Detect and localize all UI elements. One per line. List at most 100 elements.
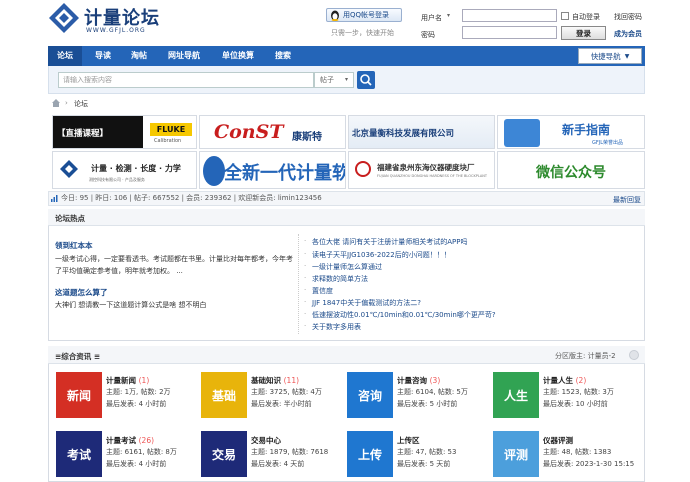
forum-section-title[interactable]: ≡综合资讯 ≡ [55, 351, 100, 362]
search-input[interactable]: 请输入搜索内容 [58, 72, 314, 88]
board-name[interactable]: 上传区 [397, 435, 420, 446]
home-icon[interactable] [51, 98, 61, 108]
quick-nav-dropdown[interactable]: 快捷导航 ▼ [578, 48, 642, 64]
breadcrumb-separator: › [65, 99, 68, 107]
qq-login-tip: 只需一步，快速开始 [331, 29, 394, 37]
board-name[interactable]: 仪器评测 [543, 435, 573, 446]
banner-wechat[interactable]: 微信公众号 [497, 151, 645, 189]
board-last-post[interactable]: 最后发表: 10 小时前 [543, 399, 608, 409]
hot-list-item[interactable]: JJF 1847中关于偏载测试的方法二? [312, 298, 421, 308]
auto-login-checkbox[interactable] [561, 12, 569, 20]
hot-list-item[interactable]: 置信度 [312, 286, 333, 296]
board-last-post[interactable]: 最后发表: 4 天前 [251, 459, 304, 469]
board-last-post[interactable]: 最后发表: 半小时前 [251, 399, 312, 409]
banner-measure[interactable]: 计量 · 检测 · 长度 · 力学 测控科技有限公司 · 产品及服务 [52, 151, 197, 189]
board-icon[interactable]: 上传 [347, 431, 393, 477]
banner-wechat-title: 微信公众号 [536, 165, 606, 181]
banner-measure-title: 计量 · 检测 · 长度 · 力学 [91, 164, 181, 173]
nav-item-unit-convert[interactable]: 单位换算 [214, 46, 262, 66]
board-icon[interactable]: 基础 [201, 372, 247, 418]
board-icon[interactable]: 新闻 [56, 372, 102, 418]
banner-donghai[interactable]: 福建省泉州东海仪器硬度块厂 FUJIAN QUANZHOU DONGHAI HA… [348, 151, 495, 189]
banner-donghai-title: 福建省泉州东海仪器硬度块厂 [377, 163, 475, 172]
hot-post-excerpt[interactable]: 一级考试心得，一定要看透书。考试题都在书里。计量比对每年都考，今年考了平均值确定… [55, 253, 295, 277]
hot-topics-header [48, 209, 645, 226]
nav-item-search[interactable]: 搜索 [268, 46, 298, 66]
hot-list-item[interactable]: 各位大佬 请问有关于注册计量师相关考试的APP吗 [312, 237, 467, 247]
board-last-post[interactable]: 最后发表: 5 小时前 [397, 399, 457, 409]
quick-nav-label: 快捷导航 [590, 51, 621, 61]
board-icon[interactable]: 交易 [201, 431, 247, 477]
hot-list-item[interactable]: 求释数的简单方法 [312, 274, 368, 284]
section-moderator[interactable]: 分区版主: 计量员-2 [555, 351, 616, 361]
stats-chart-icon [51, 195, 58, 202]
banner-const[interactable]: ConST 康斯特 [199, 115, 346, 149]
board-last-post[interactable]: 最后发表: 2023-1-30 15:15 [543, 459, 634, 469]
find-password-link[interactable]: 找回密码 [614, 12, 642, 22]
collapse-icon[interactable] [629, 350, 639, 360]
nav-item-site-nav[interactable]: 网址导航 [160, 46, 208, 66]
password-label: 密码 [421, 31, 435, 39]
banner-newbie-guide[interactable]: 新手指南 GFJL荣誉出品 [497, 115, 645, 149]
bullet-icon: · [304, 310, 307, 318]
board-name[interactable]: 计量考试 (26) [106, 435, 154, 446]
qq-login-button[interactable]: 用QQ帐号登录 [326, 8, 402, 22]
search-button[interactable] [357, 71, 375, 89]
search-type-select[interactable]: 帖子 ▾ [314, 72, 354, 88]
hot-list-item[interactable]: 读电子天平JJG1036-2022后的小问题！！！ [312, 250, 451, 260]
chevron-down-icon: ▼ [624, 52, 630, 60]
bullet-icon: · [304, 286, 307, 294]
site-logo-icon[interactable] [48, 2, 80, 34]
auto-login-label[interactable]: 自动登录 [572, 12, 600, 22]
hot-post-title[interactable]: 这道题怎么算了 [55, 287, 108, 298]
hot-list-item[interactable]: 关于数字多用表 [312, 322, 361, 332]
banner-donghai-sub: FUJIAN QUANZHOU DONGHAI HARDNESS OF THE … [377, 174, 488, 178]
newest-reply-link[interactable]: 最新回复 [613, 195, 641, 205]
board-icon[interactable]: 咨询 [347, 372, 393, 418]
login-button[interactable]: 登录 [561, 26, 606, 40]
username-input[interactable] [462, 9, 557, 22]
nav-item-guide[interactable]: 导读 [88, 46, 118, 66]
board-stats: 主题: 1879, 帖数: 7618 [251, 448, 329, 456]
banner-fluke[interactable]: 【直播课程】 FLUKE Calibration [52, 115, 197, 149]
bullet-icon: · [304, 298, 307, 306]
banner-liangheng-title: 北京量衡科技发展有限公司 [352, 129, 455, 139]
banner-const-cn: 康斯特 [292, 132, 322, 143]
hot-post-title[interactable]: 领到红本本 [55, 240, 93, 251]
board-name[interactable]: 交易中心 [251, 435, 281, 446]
bullet-icon: · [304, 250, 307, 258]
board-last-post[interactable]: 最后发表: 4 小时前 [106, 399, 166, 409]
banner-const-logo: ConST [214, 121, 284, 143]
hot-list-item[interactable]: 低速摆波动性0.01℃/10min和0.01℃/30min哪个更严苛? [312, 310, 496, 320]
username-label: 用户名 [421, 14, 442, 22]
banner-liangheng[interactable]: 北京量衡科技发展有限公司 [348, 115, 495, 149]
board-last-post[interactable]: 最后发表: 5 天前 [397, 459, 450, 469]
board-last-post[interactable]: 最后发表: 4 小时前 [106, 459, 166, 469]
banner-guide-title: 新手指南 [562, 123, 611, 137]
hot-post-excerpt[interactable]: 大神们 想请教一下这道题计算公式是啥 想不明白 [55, 299, 295, 311]
board-name[interactable]: 计量咨询 (3) [397, 375, 440, 386]
site-url: WWW.GFJL.ORG [86, 27, 146, 34]
board-icon[interactable]: 人生 [493, 372, 539, 418]
bullet-icon: · [304, 322, 307, 330]
nav-item-collections[interactable]: 淘帖 [124, 46, 154, 66]
banner-guide-sub: GFJL荣誉出品 [592, 140, 624, 146]
hot-list-item[interactable]: 一级计量师怎么算通过 [312, 262, 382, 272]
register-link[interactable]: 成为会员 [614, 29, 642, 39]
banner-software[interactable]: 全新一代计量软件 [199, 151, 346, 189]
board-icon[interactable]: 考试 [56, 431, 102, 477]
breadcrumb-current[interactable]: 论坛 [74, 99, 88, 109]
board-stats: 主题: 6104, 帖数: 5万 [397, 388, 468, 396]
forum-stats: 今日: 95 | 昨日: 106 | 帖子: 667552 | 会员: 2393… [48, 191, 645, 206]
board-name[interactable]: 基础知识 (11) [251, 375, 299, 386]
board-icon[interactable]: 评测 [493, 431, 539, 477]
donghai-logo-icon [355, 161, 371, 177]
main-nav: 论坛 导读 淘帖 网址导航 单位换算 搜索 [48, 46, 645, 66]
board-name[interactable]: 计量新闻 (1) [106, 375, 149, 386]
banner-fluke-title: 【直播课程】 [57, 129, 109, 139]
board-stats: 主题: 1523, 帖数: 3万 [543, 388, 614, 396]
board-name[interactable]: 计量人生 (2) [543, 375, 586, 386]
password-input[interactable] [462, 26, 557, 39]
chevron-down-icon[interactable]: ▾ [447, 12, 450, 19]
nav-item-forum[interactable]: 论坛 [48, 46, 82, 66]
